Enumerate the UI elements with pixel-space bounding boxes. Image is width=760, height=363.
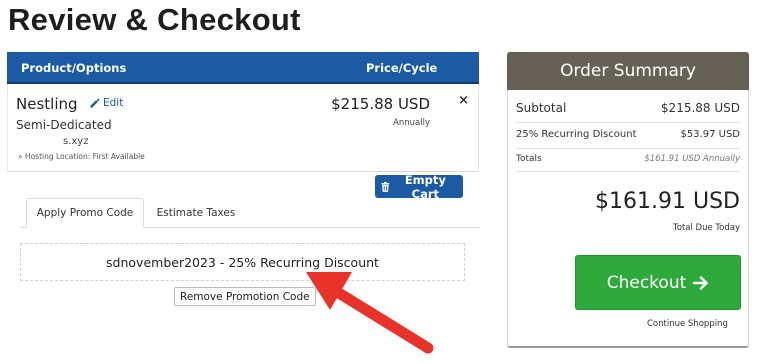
totals-label: Totals [516,154,542,164]
checkout-button[interactable]: Checkout [575,255,741,310]
price-cycle-header: Price/Cycle [366,61,438,75]
hosting-location: » Hosting Location: First Available [18,152,145,161]
remove-item-icon[interactable]: × [458,93,469,108]
item-price: $215.88 USD [331,95,430,113]
product-domain: s.xyz [63,136,89,147]
subtotal-label: Subtotal [516,101,567,115]
product-name: Nestling [16,95,78,113]
product-options-header: Product/Options [21,61,127,75]
product-group: Semi-Dedicated [16,118,112,132]
pencil-icon [90,98,100,108]
discount-value: $53.97 USD [680,129,740,140]
tab-apply-promo-code[interactable]: Apply Promo Code [26,198,144,228]
total-due-amount: $161.91 USD [595,189,740,214]
arrow-right-icon [693,275,709,290]
empty-cart-button[interactable]: Empty Cart [375,172,463,201]
trash-icon [381,181,390,192]
summary-divider [516,171,740,172]
order-summary-panel: Order Summary Subtotal $215.88 USD 25% R… [507,52,749,348]
promo-tax-tabs: Apply Promo Code Estimate Taxes [20,198,480,228]
item-cycle: Annually [393,118,430,128]
order-summary-title: Order Summary [507,52,749,90]
cart-item-row: Nestling Edit Semi-Dedicated s.xyz » Hos… [7,84,479,172]
totals-value: $161.91 USD Annually [644,154,740,164]
continue-shopping-link[interactable]: Continue Shopping [647,319,728,329]
edit-product-link[interactable]: Edit [89,97,123,109]
cart-table-header: Product/Options Price/Cycle [7,52,479,84]
checkout-label: Checkout [606,272,687,293]
summary-divider [516,122,740,123]
summary-divider [516,148,740,149]
totals-row: Totals $161.91 USD Annually [516,154,740,164]
tab-estimate-taxes[interactable]: Estimate Taxes [148,198,244,228]
discount-label: 25% Recurring Discount [516,129,637,140]
total-due-caption: Total Due Today [673,223,740,233]
discount-row: 25% Recurring Discount $53.97 USD [516,129,740,140]
red-arrow-icon [306,272,434,354]
empty-cart-label: Empty Cart [404,172,446,201]
remove-promotion-code-button[interactable]: Remove Promotion Code [174,287,316,306]
edit-label: Edit [103,97,124,109]
subtotal-row: Subtotal $215.88 USD [516,101,740,115]
subtotal-value: $215.88 USD [660,101,740,115]
page-title: Review & Checkout [8,2,301,37]
